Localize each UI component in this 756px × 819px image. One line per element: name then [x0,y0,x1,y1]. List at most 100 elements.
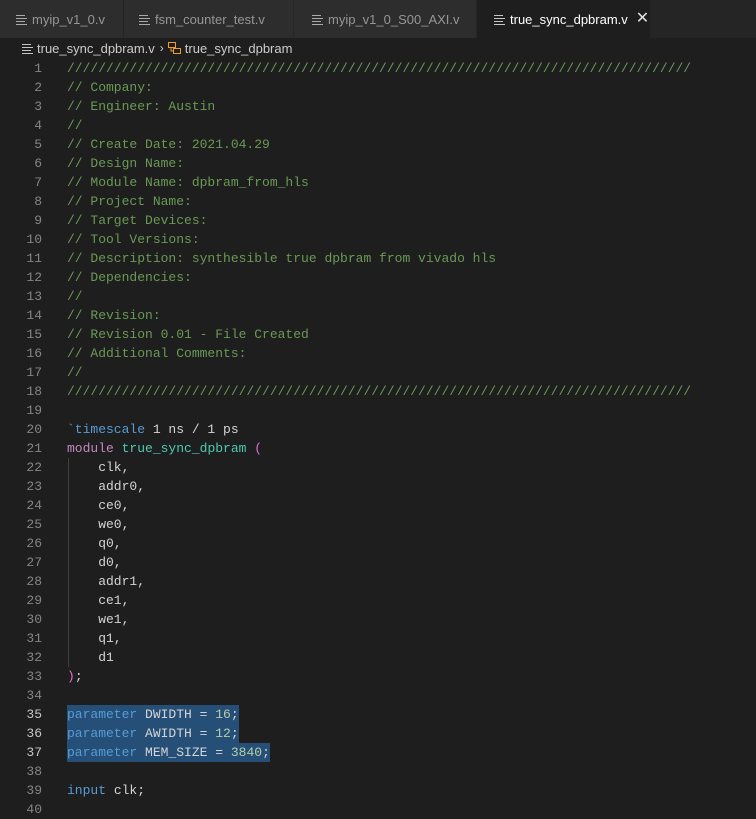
code-text: // Module Name: dpbram_from_hls [67,175,309,190]
code-text: // Project Name: [67,194,192,209]
code-text: ; [230,707,239,722]
code-text: q1, [67,631,122,646]
line-number: 12 [26,270,42,285]
line-number: 35 [26,707,42,722]
module-icon [167,42,181,54]
code-line: 11 // Description: synthesible true dpbra… [0,249,756,268]
code-text: ce1, [67,593,130,608]
code-text: true_sync_dpbram [121,441,247,456]
code-text: // Revision 0.01 - File Created [67,327,309,342]
code-text: addr0, [67,479,146,494]
code-line: 25 we0, [0,515,756,534]
tab-fsm-counter-test[interactable]: fsm_counter_test.v [124,0,294,38]
breadcrumb: true_sync_dpbram.v › true_sync_dpbram [0,38,756,58]
code-text: // [67,365,83,380]
code-text: // Additional Comments: [67,346,247,361]
code-text: `timescale 1 ns / 1 ps [67,420,239,439]
line-number: 40 [26,802,42,817]
code-text: // Create Date: 2021.04.29 [67,137,270,152]
tab-myip-s00-axi[interactable]: myip_v1_0_S00_AXI.v [294,0,477,38]
code-line: 1 ///////////////////////////////////////… [0,59,756,78]
code-line: 15 // Revision 0.01 - File Created [0,325,756,344]
line-number: 14 [26,308,42,323]
code-editor[interactable]: 1///////////////////////////////////////… [0,59,756,819]
code-text: // Description: synthesible true dpbram … [67,251,497,266]
code-line: 23 addr0, [0,477,756,496]
code-text: // Dependencies: [67,270,192,285]
code-line: 36 parameter AWIDTH = 12; [0,724,756,743]
line-number: 36 [26,726,42,741]
code-line: 6 // Design Name: [0,154,756,173]
code-text: 1 ns / 1 ps [145,422,239,437]
code-line: 24 ce0, [0,496,756,515]
line-number: 1 [34,61,42,76]
code-line: 26 q0, [0,534,756,553]
line-number: 24 [26,498,42,513]
line-number: 3 [34,99,42,114]
code-text: parameter [67,745,138,760]
line-number: 29 [26,593,42,608]
line-number: 15 [26,327,42,342]
code-line: 29 ce1, [0,591,756,610]
code-line: 33); [0,667,756,686]
code-line: 40 [0,800,756,819]
code-text: // [67,118,83,133]
file-lines-icon [16,14,27,25]
code-text: 12 [215,726,231,741]
code-text: `timescale [67,422,146,437]
code-text: ////////////////////////////////////////… [67,61,692,76]
line-number: 9 [34,213,42,228]
code-line: 9 // Target Devices: [0,211,756,230]
code-line: 13 // [0,287,756,306]
code-line: 14 // Revision: [0,306,756,325]
line-number: 28 [26,574,42,589]
close-icon[interactable]: ✕ [636,11,649,27]
code-line: 27 d0, [0,553,756,572]
code-text: // [67,289,83,304]
code-line: 7 // Module Name: dpbram_from_hls [0,173,756,192]
code-text: // Design Name: [67,156,185,171]
code-line: 8 // Project Name: [0,192,756,211]
code-text: // Company: [67,80,153,95]
code-line: 3 // Engineer: Austin [0,97,756,116]
code-line: 4 // [0,116,756,135]
chevron-right-icon: › [159,41,164,55]
code-text: 3840 [230,745,263,760]
code-text: clk, [67,460,130,475]
line-number: 30 [26,612,42,627]
code-text: input clk; [67,781,145,800]
tab-true-sync-dpbram[interactable]: true_sync_dpbram.v ✕ [477,0,651,38]
line-number: 8 [34,194,42,209]
code-line: 17 // [0,363,756,382]
tab-label: true_sync_dpbram.v [510,11,628,27]
line-number: 10 [26,232,42,247]
code-text: ; [230,726,239,741]
code-text: clk; [106,783,146,798]
code-text: q0, [67,536,122,551]
code-text: MEM_SIZE = [137,745,231,760]
code-text: addr1, [67,574,146,589]
line-number: 21 [26,441,42,456]
line-number: 38 [26,764,42,779]
line-number: 34 [26,688,42,703]
code-text: input [67,783,107,798]
code-text: // Tool Versions: [67,232,200,247]
line-number: 5 [34,137,42,152]
code-text: ; [262,745,270,760]
code-text: ce0, [67,498,130,513]
tab-label: myip_v1_0.v [32,11,105,27]
tab-myip-v1-0[interactable]: myip_v1_0.v [0,0,124,38]
code-line: 30 we1, [0,610,756,629]
code-text: ) [67,669,75,684]
breadcrumb-file[interactable]: true_sync_dpbram.v [37,41,155,56]
line-number: 32 [26,650,42,665]
breadcrumb-symbol[interactable]: true_sync_dpbram [185,41,293,56]
code-text: ; [74,669,83,684]
line-number: 20 [26,422,42,437]
code-line: 34 [0,686,756,705]
code-text: DWIDTH = [137,707,216,722]
code-line: 35 parameter DWIDTH = 16; [0,705,756,724]
line-number: 33 [26,669,42,684]
code-text: we0, [67,517,130,532]
code-text: // Revision: [67,308,161,323]
